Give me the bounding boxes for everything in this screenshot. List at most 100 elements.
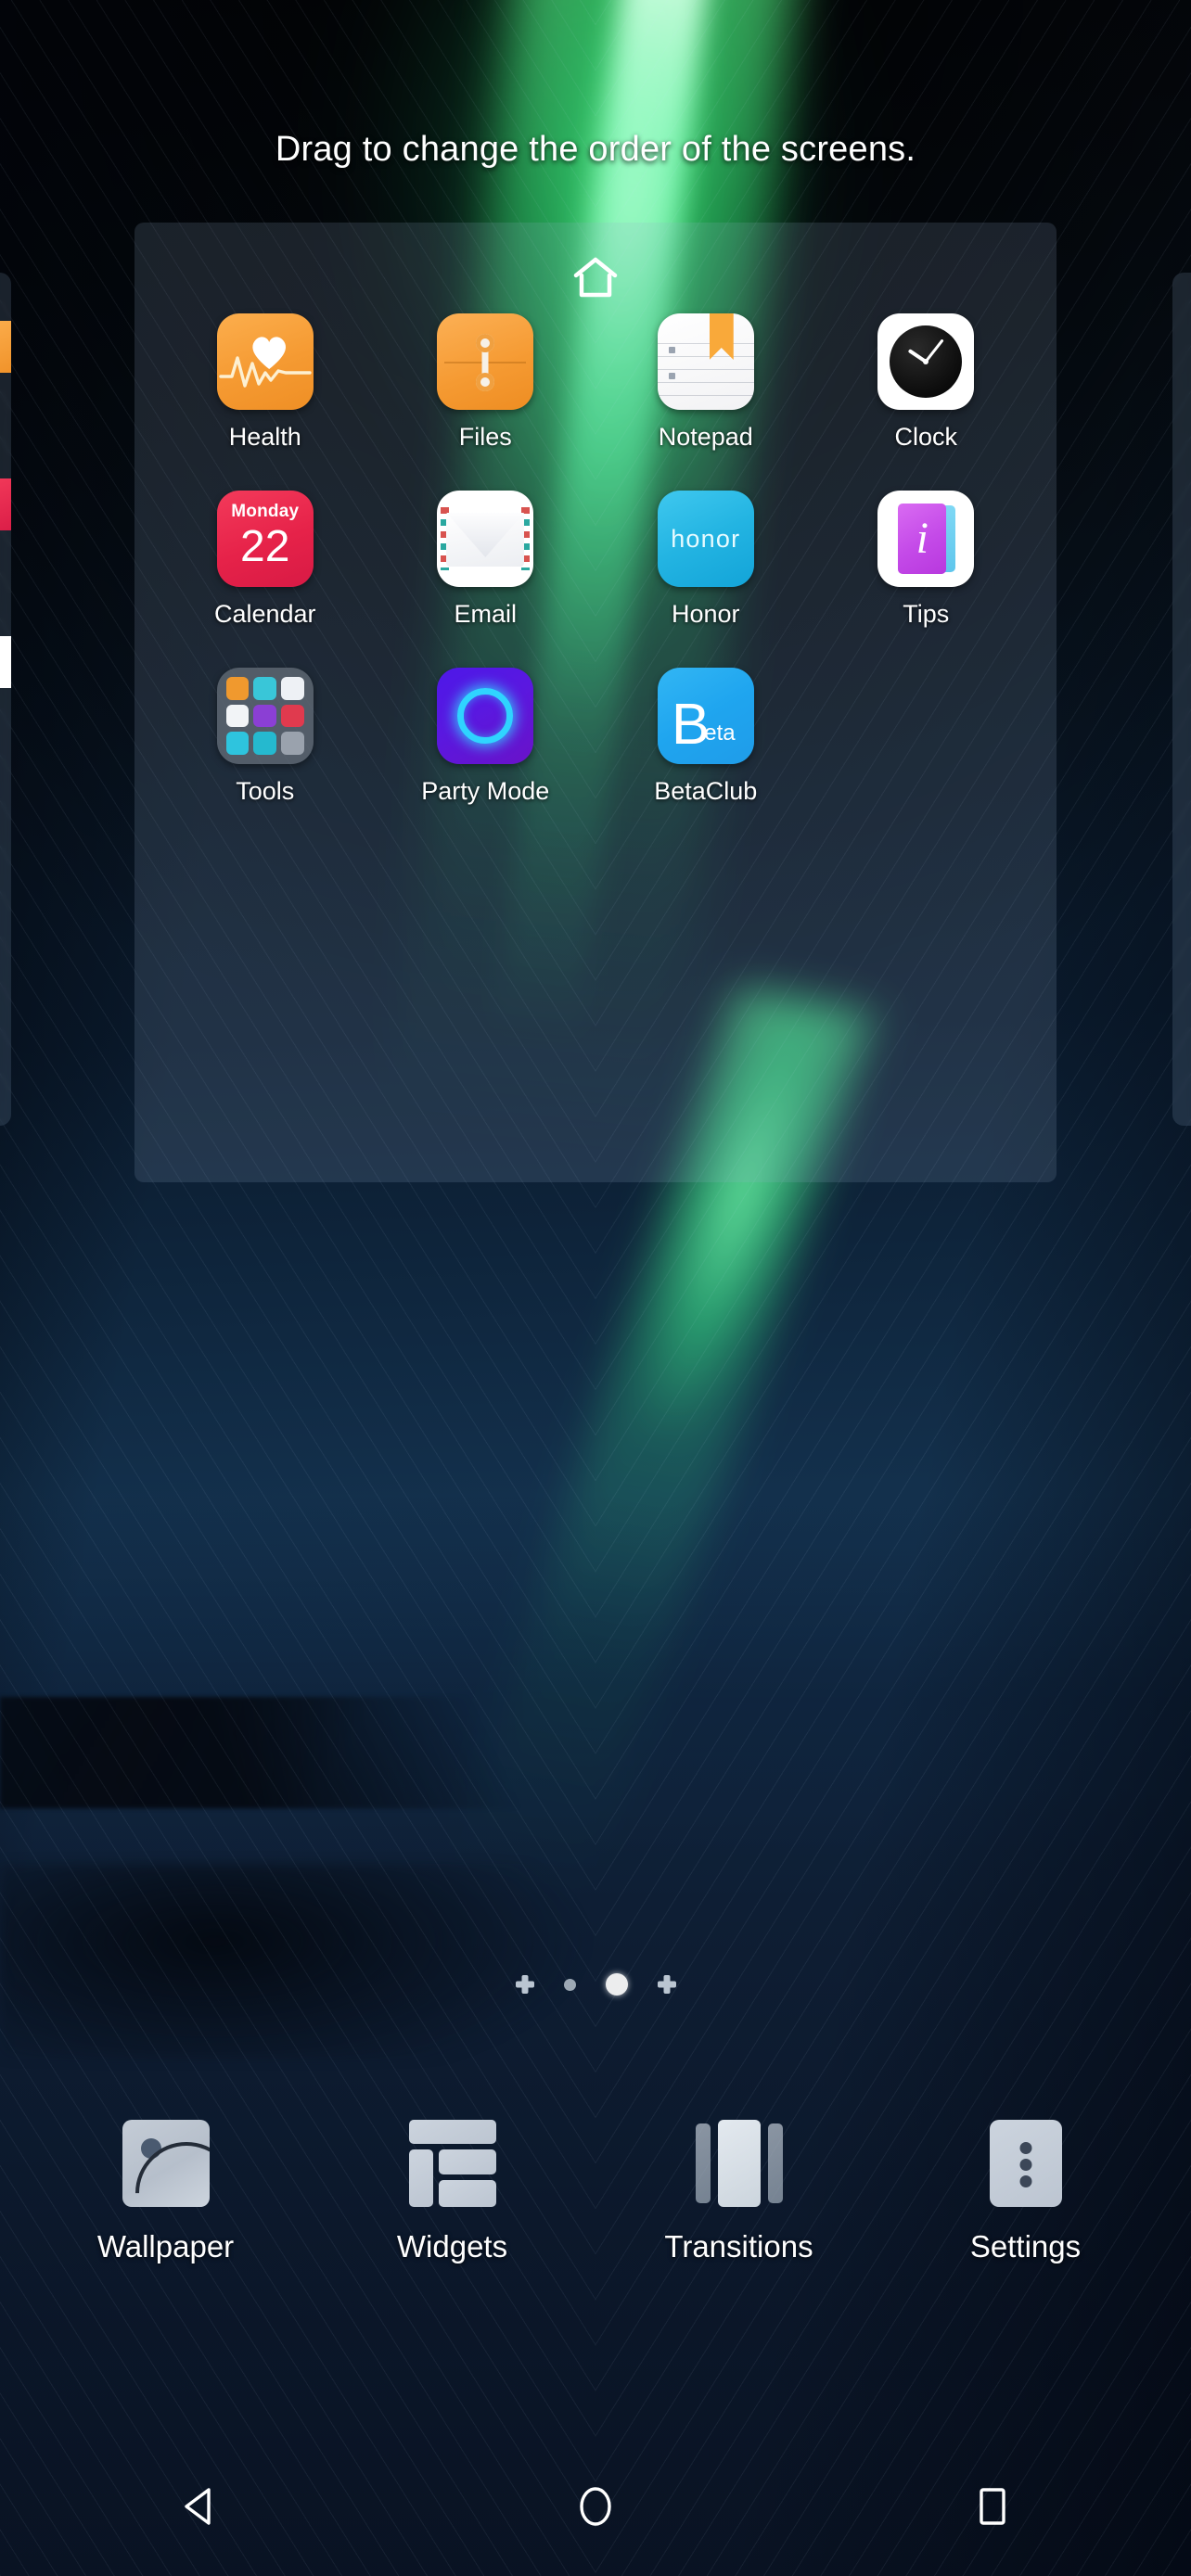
transitions-panels-icon [695, 2120, 783, 2207]
clock-center-pin [923, 359, 929, 364]
honor-brand-icon: honor [657, 491, 754, 587]
app-icon-tips[interactable]: i Tips [816, 491, 1037, 629]
app-folder-tools[interactable]: Tools [155, 668, 376, 806]
back-triangle-icon[interactable] [166, 2474, 231, 2539]
sliver-icon [0, 321, 11, 373]
paper-rule [657, 395, 754, 396]
wallpaper-image-icon [122, 2120, 210, 2207]
app-icon-honor[interactable]: honor Honor [596, 491, 816, 629]
clip-dot-top [476, 334, 495, 352]
widget-block [408, 2149, 433, 2207]
app-label: Notepad [658, 423, 753, 451]
page-preview-previous[interactable] [0, 273, 11, 1126]
app-label: Files [458, 423, 512, 451]
tool-label: Settings [969, 2229, 1082, 2264]
shoreline-shadow [0, 1864, 1191, 2059]
party-mode-ring-icon [437, 668, 534, 764]
folder-mini-icon [253, 704, 277, 728]
widget-block [408, 2120, 496, 2144]
paper-rule [657, 382, 754, 383]
app-icon-files[interactable]: Files [376, 313, 596, 452]
paper-rule [657, 356, 754, 357]
folder-mini-icon [281, 704, 304, 728]
settings-button[interactable]: Settings [882, 2120, 1169, 2264]
files-folder-icon [437, 313, 534, 410]
app-label: Health [228, 423, 301, 451]
paper-rule [657, 343, 754, 344]
betaclub-b-icon: B eta [657, 668, 754, 764]
app-label: BetaClub [654, 777, 758, 805]
app-label: Email [454, 600, 517, 628]
hill-curve [122, 2121, 210, 2207]
panel-right [767, 2123, 783, 2203]
honor-wordmark: honor [671, 524, 741, 553]
page-dot-1[interactable] [563, 1978, 576, 1991]
tool-label: Widgets [396, 2229, 508, 2264]
folder-mini-icon [253, 677, 277, 700]
folder-mini-icon [225, 677, 250, 700]
widgets-button[interactable]: Widgets [309, 2120, 596, 2264]
kebab-dot [1019, 2142, 1031, 2154]
app-label: Party Mode [421, 777, 550, 805]
home-house-icon[interactable] [571, 256, 620, 299]
app-label: Honor [671, 600, 740, 628]
info-glyph: i [916, 514, 928, 563]
page-preview-next[interactable] [1172, 273, 1191, 1126]
paper-rule [657, 369, 754, 370]
clip-graphic [474, 334, 496, 391]
add-page-right-button[interactable] [658, 1975, 676, 1994]
paper-bullet [668, 373, 675, 379]
app-icon-notepad[interactable]: Notepad [596, 313, 816, 452]
bookmark-ribbon-icon [709, 313, 734, 360]
tools-folder-icon [216, 668, 314, 764]
sliver-icon [0, 636, 11, 688]
widget-block [438, 2149, 496, 2174]
email-envelope-icon [437, 491, 534, 587]
clock-face [890, 325, 963, 398]
app-icon-clock[interactable]: Clock [816, 313, 1037, 452]
app-label: Calendar [213, 600, 316, 628]
beta-suffix: eta [704, 721, 736, 746]
app-icon-betaclub[interactable]: B eta BetaClub [596, 668, 816, 806]
transitions-button[interactable]: Transitions [596, 2120, 882, 2264]
app-label: Clock [894, 423, 957, 451]
tool-label: Wallpaper [96, 2229, 235, 2264]
calendar-date-icon: Monday 22 [216, 491, 314, 587]
system-navigation-bar [0, 2437, 1191, 2576]
folder-mini-icon [225, 704, 250, 728]
add-page-left-button[interactable] [516, 1975, 534, 1994]
paper-bullet [668, 347, 675, 353]
folder-mini-icon [225, 732, 250, 755]
wallpaper-button[interactable]: Wallpaper [22, 2120, 309, 2264]
settings-kebab-icon [982, 2120, 1069, 2207]
app-icon-calendar[interactable]: Monday 22 Calendar [155, 491, 376, 629]
page-indicator [0, 1973, 1191, 1996]
app-icon-health[interactable]: Health [155, 313, 376, 452]
widgets-grid-icon [408, 2120, 496, 2207]
app-grid: Health Files Notepad Clock Monday 22 Cal… [134, 313, 1057, 806]
folder-mini-icon [281, 732, 304, 755]
glow-ring [457, 688, 514, 744]
recents-square-icon[interactable] [960, 2474, 1025, 2539]
horizon-mountains [0, 1697, 1191, 1808]
kebab-dot [1019, 2175, 1031, 2187]
app-label: Tools [236, 777, 295, 805]
beta-letter-b: B [671, 692, 710, 757]
sliver-icon [0, 478, 11, 530]
page-preview-current[interactable]: Health Files Notepad Clock Monday 22 Cal… [134, 223, 1057, 1182]
clip-dot-bottom [476, 373, 495, 391]
calendar-day: 22 [240, 522, 290, 571]
editor-toolbar: Wallpaper Widgets Transitions Settings [0, 2120, 1191, 2264]
page-title: Drag to change the order of the screens. [275, 130, 916, 169]
app-label: Tips [903, 600, 950, 628]
app-icon-party-mode[interactable]: Party Mode [376, 668, 596, 806]
page-dot-2-active[interactable] [605, 1973, 628, 1996]
tips-front-card: i [898, 504, 947, 574]
folder-mini-icon [281, 677, 304, 700]
home-circle-icon[interactable] [563, 2474, 628, 2539]
app-icon-email[interactable]: Email [376, 491, 596, 629]
folder-mini-icon [253, 732, 277, 755]
tool-label: Transitions [664, 2229, 813, 2264]
calendar-weekday: Monday [231, 502, 300, 521]
kebab-dot [1019, 2159, 1031, 2171]
